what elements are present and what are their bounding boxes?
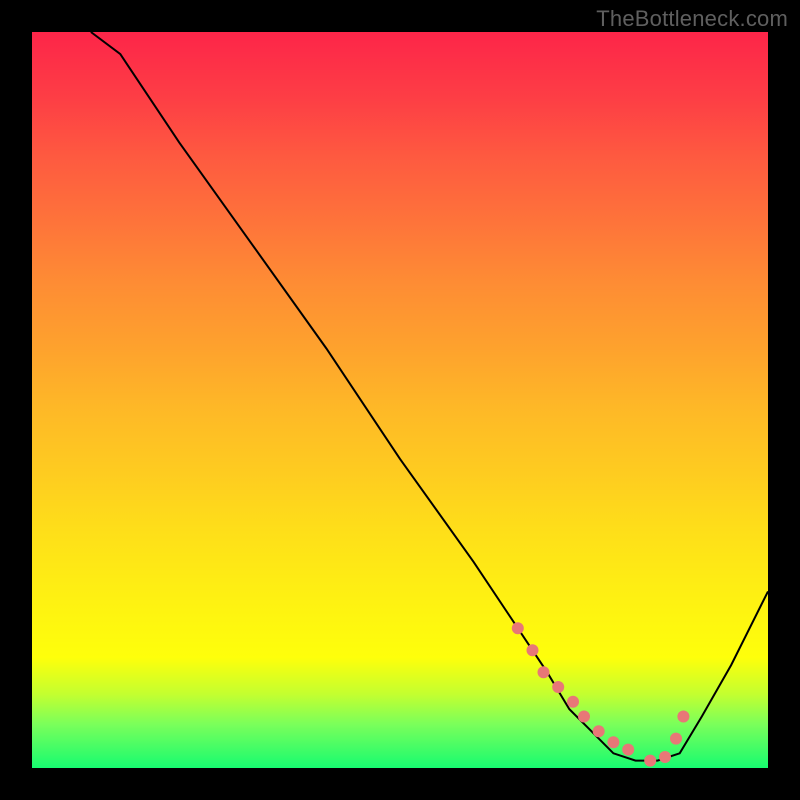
optimal-band-markers [512,622,690,766]
watermark-text: TheBottleneck.com [596,6,788,32]
optimal-marker [670,733,682,745]
bottleneck-curve [91,32,768,761]
optimal-marker [538,666,550,678]
optimal-marker [527,644,539,656]
optimal-marker [644,755,656,767]
optimal-marker [567,696,579,708]
optimal-marker [552,681,564,693]
optimal-marker [593,725,605,737]
optimal-marker [512,622,524,634]
curve-layer [32,32,768,768]
optimal-marker [677,711,689,723]
optimal-marker [607,736,619,748]
optimal-marker [659,751,671,763]
optimal-marker [622,744,634,756]
optimal-marker [578,711,590,723]
chart-frame: TheBottleneck.com [0,0,800,800]
